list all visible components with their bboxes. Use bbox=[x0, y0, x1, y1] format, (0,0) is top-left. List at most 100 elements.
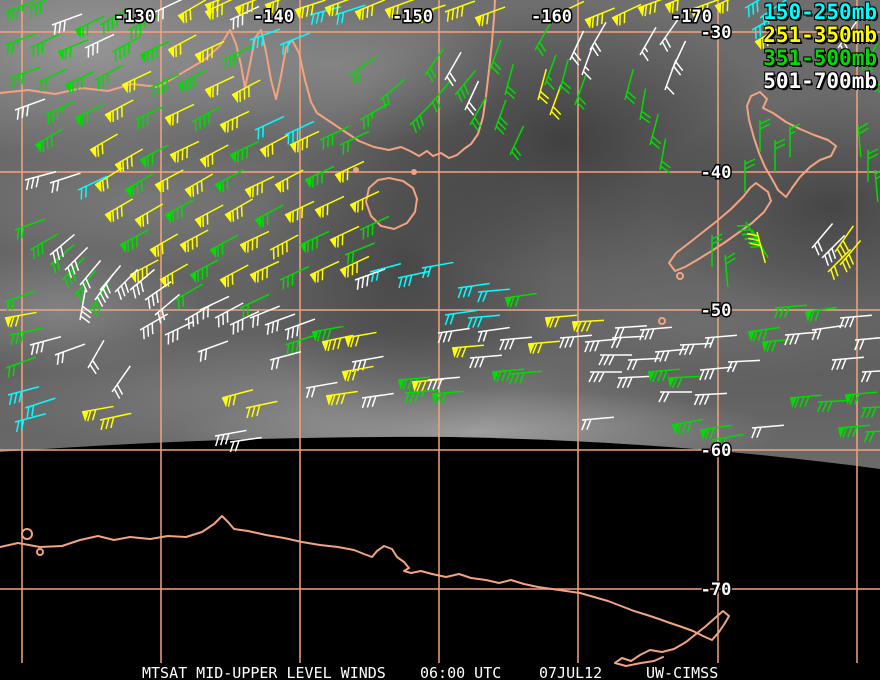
barb-staff bbox=[134, 105, 165, 121]
barb-staff bbox=[37, 68, 68, 83]
wind-barb bbox=[474, 6, 506, 27]
barb-staff bbox=[144, 281, 172, 301]
barb-full bbox=[863, 431, 870, 443]
barb-staff bbox=[9, 327, 42, 336]
barb-staff bbox=[194, 204, 224, 221]
weather-map: -130 -140 -150 -160 -170 -30 -40 -50 -60 -70 150-… bbox=[0, 0, 880, 680]
barb-staff bbox=[444, 309, 477, 316]
island bbox=[353, 167, 359, 173]
barb-staff bbox=[279, 265, 310, 281]
barb-staff bbox=[581, 416, 614, 421]
barb-staff bbox=[784, 331, 817, 336]
barb-full bbox=[569, 336, 575, 348]
barb-full bbox=[462, 286, 468, 298]
wind-barb bbox=[314, 195, 345, 219]
barb-full bbox=[657, 370, 663, 382]
barb-full bbox=[616, 377, 623, 389]
wind-barb bbox=[111, 365, 131, 399]
wind-barb bbox=[569, 30, 585, 66]
barb-full bbox=[461, 346, 467, 358]
barb-staff bbox=[189, 259, 219, 276]
wind-barb bbox=[309, 260, 340, 284]
barb-staff bbox=[427, 376, 460, 381]
barb-staff bbox=[354, 268, 386, 281]
wind-barb bbox=[349, 56, 377, 84]
barb-full bbox=[437, 332, 443, 344]
barb-full bbox=[731, 361, 738, 373]
wind-barb bbox=[571, 319, 604, 333]
barb-staff bbox=[864, 429, 880, 433]
barb-full bbox=[865, 371, 872, 383]
wind-barb bbox=[224, 198, 254, 223]
barb-full bbox=[816, 328, 822, 340]
wind-barb bbox=[159, 263, 189, 288]
wind-barb bbox=[124, 173, 154, 198]
barb-staff bbox=[354, 0, 385, 13]
grid-label-latitude: -60 bbox=[701, 441, 732, 461]
barb-full bbox=[865, 407, 872, 419]
earth-limb-space bbox=[0, 436, 880, 680]
wind-barb bbox=[284, 120, 315, 145]
barb-staff bbox=[874, 169, 879, 202]
barb-staff bbox=[104, 99, 134, 116]
barb-staff bbox=[164, 199, 194, 216]
barb-full bbox=[771, 340, 777, 352]
barb-full bbox=[658, 391, 665, 403]
wind-barb bbox=[37, 68, 68, 92]
wind-barb bbox=[54, 343, 86, 365]
wind-barb bbox=[451, 344, 484, 358]
wind-barb bbox=[87, 339, 105, 375]
barb-staff bbox=[467, 314, 500, 319]
wind-barb bbox=[637, 0, 669, 17]
barb-full bbox=[270, 358, 275, 371]
barb-staff bbox=[51, 13, 83, 26]
wind-barb bbox=[844, 391, 877, 405]
barb-staff bbox=[571, 319, 604, 323]
barb-full bbox=[659, 350, 665, 362]
wind-barb bbox=[14, 412, 47, 433]
wind-barb-layer bbox=[4, 0, 880, 453]
wind-barb bbox=[589, 21, 607, 57]
barb-full bbox=[709, 427, 715, 439]
barb-full bbox=[703, 393, 710, 405]
barb-staff bbox=[111, 365, 131, 393]
wind-barb bbox=[179, 229, 209, 254]
barb-full bbox=[585, 320, 592, 332]
wind-barb bbox=[509, 370, 542, 385]
barb-staff bbox=[197, 340, 229, 353]
barb-staff bbox=[269, 350, 302, 361]
grid-label-latitude: -50 bbox=[701, 301, 732, 321]
barb-full bbox=[449, 313, 455, 325]
wind-barb bbox=[279, 265, 310, 290]
barb-full bbox=[814, 309, 820, 321]
barb-staff bbox=[111, 36, 141, 53]
wind-barb bbox=[863, 429, 880, 443]
wind-barb bbox=[197, 340, 229, 362]
barb-full bbox=[514, 372, 520, 384]
barb-staff bbox=[664, 59, 677, 91]
grid-label-longitude: -150 bbox=[392, 7, 433, 27]
barb-staff bbox=[429, 80, 452, 106]
barb-staff bbox=[191, 106, 221, 123]
wind-barb bbox=[139, 144, 169, 169]
barb-full bbox=[14, 315, 20, 327]
pressure-level-legend: 150-250mb 251-350mb 351-500mb 501-700mb bbox=[763, 1, 877, 93]
barb-staff bbox=[404, 389, 437, 394]
barb-staff bbox=[437, 327, 470, 334]
barb-full bbox=[477, 331, 483, 343]
wind-barb bbox=[7, 385, 40, 406]
barb-full bbox=[711, 233, 723, 240]
wind-barb bbox=[57, 39, 88, 61]
wind-barb bbox=[81, 405, 114, 422]
barb-full bbox=[351, 369, 357, 381]
barb-full bbox=[663, 391, 670, 403]
barb-staff bbox=[221, 388, 254, 399]
barb-staff bbox=[751, 424, 784, 429]
barb-full bbox=[477, 291, 483, 303]
wind-barb bbox=[469, 354, 502, 369]
wind-barb bbox=[14, 218, 46, 240]
barb-full bbox=[857, 122, 869, 130]
barb-staff bbox=[724, 254, 729, 287]
barb-staff bbox=[444, 0, 476, 13]
wind-barb bbox=[860, 405, 880, 419]
